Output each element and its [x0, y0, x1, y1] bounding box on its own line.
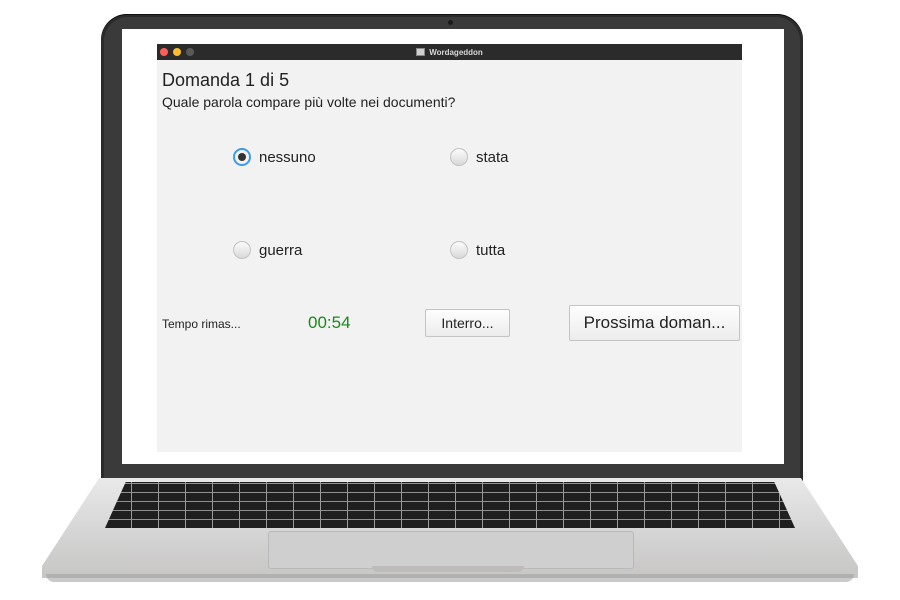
answer-label: tutta — [476, 241, 506, 259]
answer-option-tutta[interactable]: tutta — [450, 241, 505, 259]
radio-button[interactable] — [450, 148, 468, 166]
laptop-base-edge — [46, 574, 854, 582]
window-title: Wordageddon — [429, 47, 483, 57]
next-question-button[interactable]: Prossima doman... — [569, 305, 740, 341]
answer-option-guerra[interactable]: guerra — [233, 241, 302, 259]
question-text: Quale parola compare più volte nei docum… — [162, 94, 456, 110]
radio-button[interactable] — [233, 241, 251, 259]
answer-option-nessuno[interactable]: nessuno — [233, 148, 316, 166]
answer-label: nessuno — [259, 148, 316, 166]
radio-button-selected[interactable] — [233, 148, 251, 166]
timer-value: 00:54 — [308, 313, 351, 332]
answer-option-stata[interactable]: stata — [450, 148, 509, 166]
camera-icon — [448, 20, 453, 25]
app-icon — [416, 48, 426, 56]
trackpad — [268, 531, 634, 569]
window-title-group: Wordageddon — [157, 44, 742, 60]
laptop-front-notch — [372, 566, 524, 572]
time-remaining-label: Tempo rimas... — [162, 317, 241, 331]
title-bar: Wordageddon — [157, 44, 742, 60]
keyboard — [105, 482, 795, 528]
app-window: Wordageddon Domanda 1 di 5 Quale parola … — [157, 44, 742, 452]
question-header: Domanda 1 di 5 — [162, 70, 290, 90]
stop-button[interactable]: Interro... — [425, 309, 510, 337]
radio-button[interactable] — [450, 241, 468, 259]
answer-label: stata — [476, 148, 509, 166]
answer-label: guerra — [259, 241, 303, 259]
